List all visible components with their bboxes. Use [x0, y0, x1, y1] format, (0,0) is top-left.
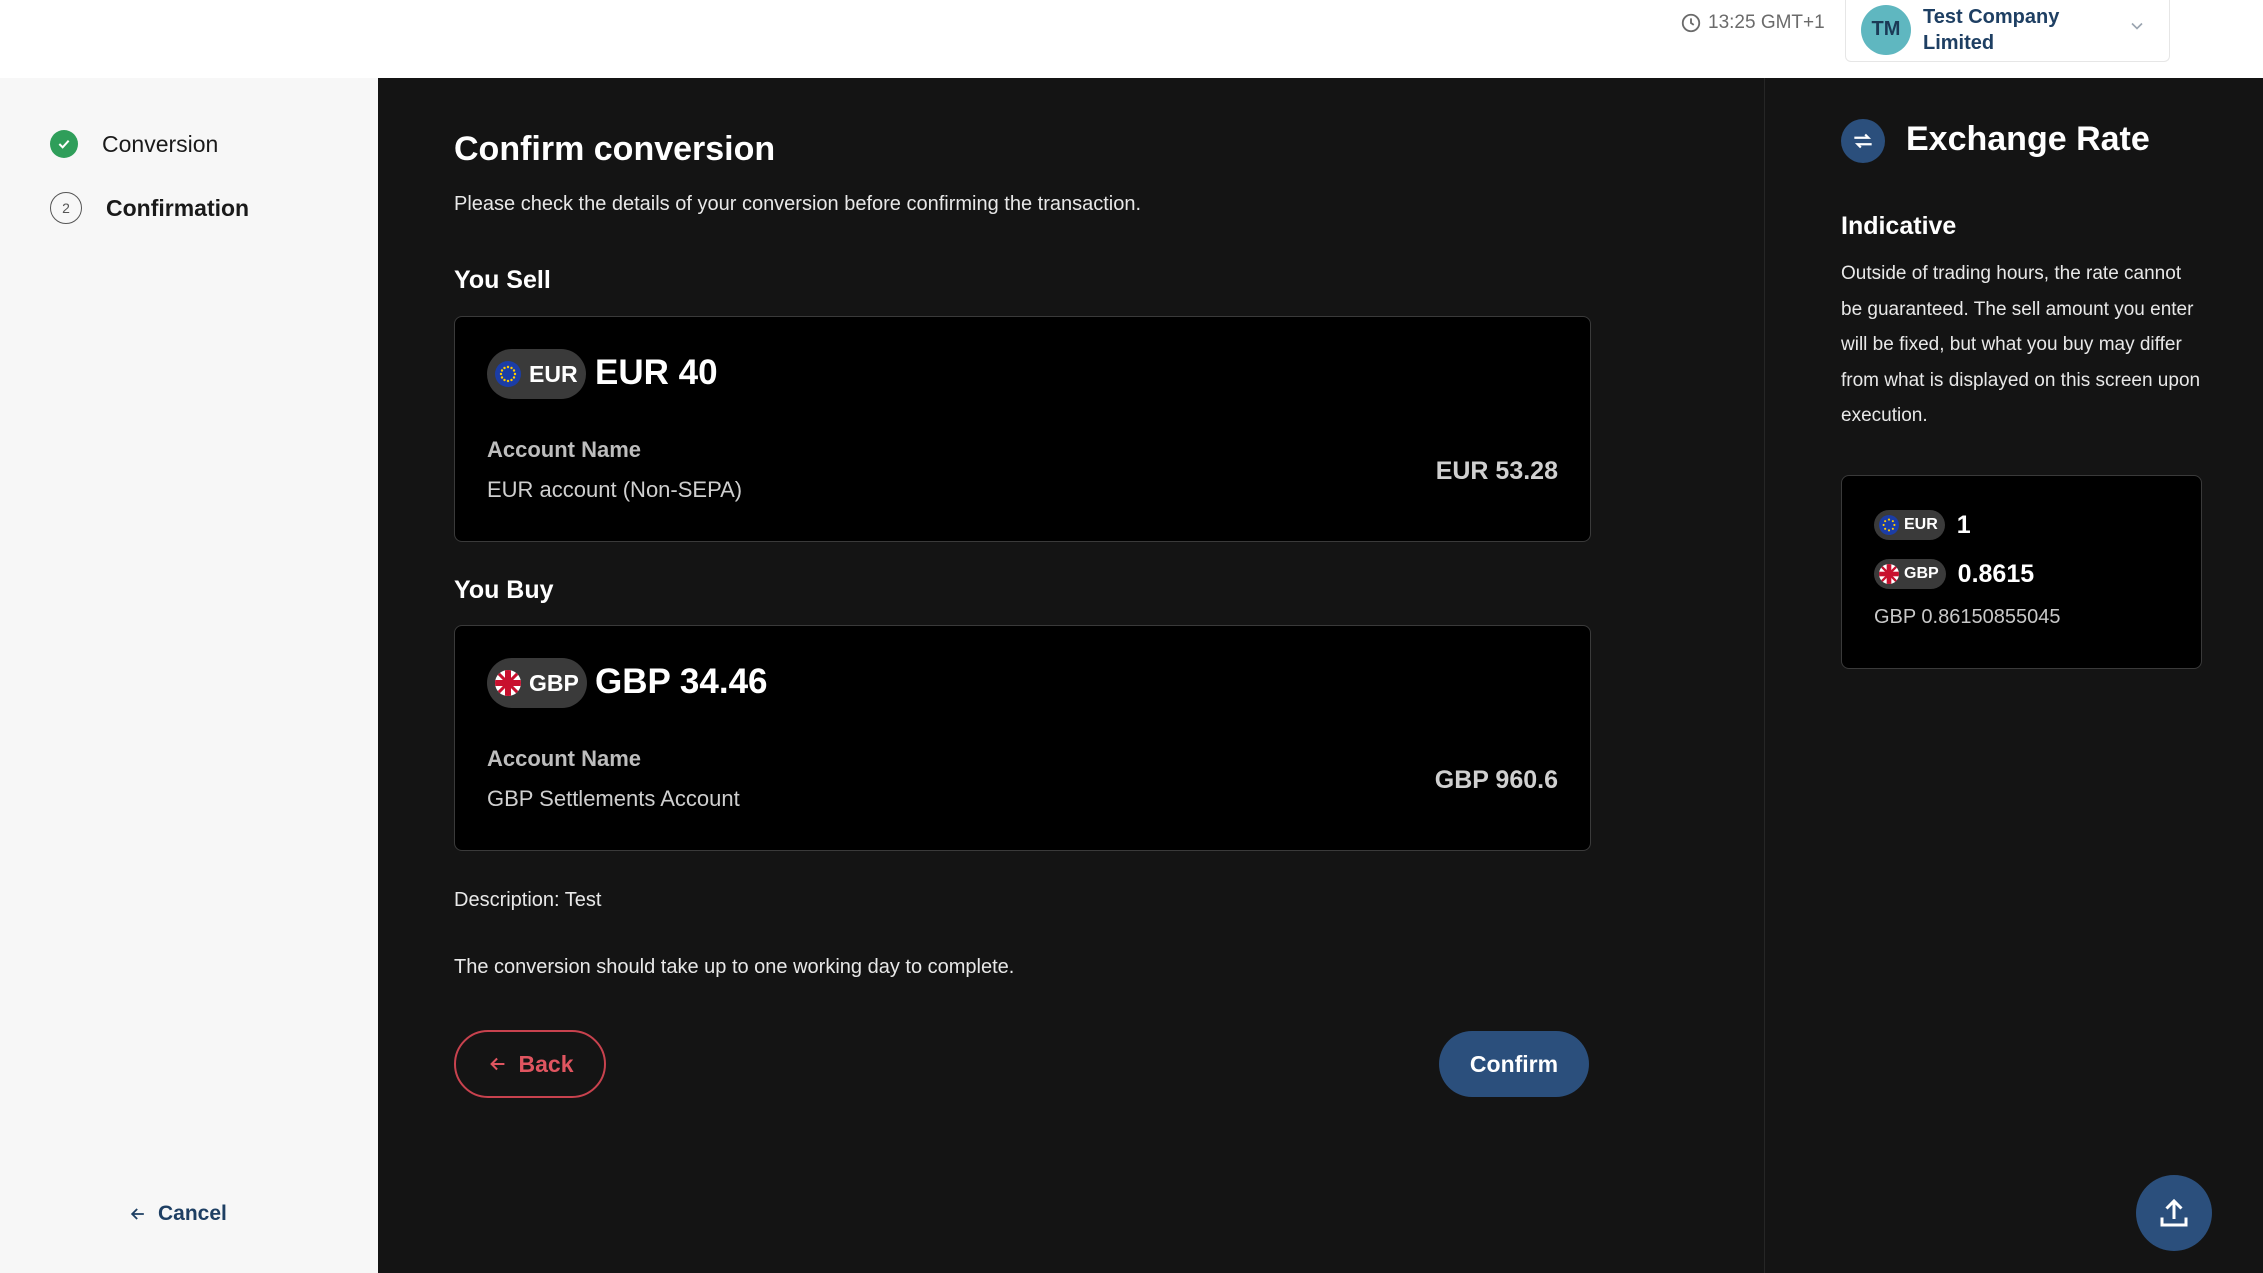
main-content: Confirm conversion Please check the deta… [378, 78, 1764, 1273]
currency-code: GBP [529, 669, 579, 696]
account-balance: GBP 960.6 [1434, 766, 1558, 794]
step-label: Conversion [102, 130, 219, 157]
from-value: 1 [1956, 510, 1971, 539]
rate-title: Exchange Rate [1906, 120, 2150, 158]
exchange-icon [1841, 119, 1885, 163]
rate-disclaimer: Outside of trading hours, the rate canno… [1841, 263, 2201, 426]
clock-icon [1681, 13, 1701, 33]
from-currency-chip: EUR [1874, 510, 1945, 540]
chevron-down-icon [2131, 22, 2143, 30]
currency-code: EUR [1904, 516, 1938, 533]
back-button[interactable]: Back [454, 1030, 606, 1098]
company-switcher[interactable]: TM Test Company Limited [1845, 0, 2170, 62]
account-name-value: GBP Settlements Account [487, 786, 740, 811]
avatar: TM [1861, 4, 1911, 55]
step-number: 2 [50, 192, 82, 224]
to-currency-chip: GBP [1874, 559, 1946, 589]
buy-section-title: You Buy [454, 576, 554, 604]
top-bar: 13:25 GMT+1 TM Test Company Limited [0, 0, 2263, 78]
page-title: Confirm conversion [454, 130, 776, 168]
arrow-left-icon [130, 1208, 144, 1220]
rate-from-row: EUR 1 [1874, 510, 1971, 540]
cancel-button[interactable]: Cancel [128, 1202, 227, 1226]
step-conversion: Conversion [50, 130, 218, 158]
account-balance: EUR 53.28 [1435, 457, 1558, 485]
time-label: 13:25 GMT+1 [1708, 12, 1825, 33]
page-subtitle: Please check the details of your convers… [454, 193, 1142, 215]
step-label: Confirmation [106, 194, 250, 221]
account-name-value: EUR account (Non-SEPA) [487, 477, 743, 502]
rate-to-row: GBP 0.8615 [1874, 559, 2034, 589]
sidebar: Conversion 2 Confirmation Cancel [0, 78, 378, 1273]
company-name: Test Company Limited [1923, 5, 2060, 54]
eu-flag-icon [1879, 515, 1899, 535]
to-value: 0.8615 [1957, 559, 2035, 588]
back-label: Back [518, 1050, 574, 1077]
exact-rate: GBP 0.86150855045 [1874, 606, 2061, 628]
processing-note: The conversion should take up to one wor… [454, 956, 1015, 978]
uk-flag-icon [495, 670, 521, 696]
sell-section-title: You Sell [454, 266, 551, 294]
description-text: Description: Test [454, 889, 602, 911]
account-name-label: Account Name [487, 437, 642, 462]
upload-button[interactable] [2136, 1175, 2212, 1251]
sell-amount: EUR 40 [595, 353, 718, 392]
check-icon [50, 130, 78, 158]
clock: 13:25 GMT+1 [1680, 10, 1825, 36]
sell-card: EUR EUR 40 Account Name EUR account (Non… [454, 316, 1591, 542]
buy-currency-chip: GBP [487, 658, 587, 708]
cancel-label: Cancel [158, 1202, 227, 1225]
buy-card: GBP GBP 34.46 Account Name GBP Settlemen… [454, 625, 1591, 851]
exchange-rate-panel: Exchange Rate Indicative Outside of trad… [1764, 78, 2263, 1273]
confirm-button[interactable]: Confirm [1439, 1031, 1589, 1097]
currency-code: GBP [1904, 565, 1939, 582]
buy-amount: GBP 34.46 [595, 662, 768, 701]
rate-type: Indicative [1841, 212, 1957, 240]
sell-currency-chip: EUR [487, 349, 586, 399]
account-name-label: Account Name [487, 746, 642, 771]
arrow-left-icon [489, 1057, 504, 1071]
step-confirmation: 2 Confirmation [50, 192, 249, 224]
uk-flag-icon [1879, 564, 1899, 584]
rate-card: EUR 1 GBP 0.8615 GBP 0.86150855045 [1841, 475, 2202, 669]
currency-code: EUR [529, 360, 578, 387]
upload-icon [2160, 1198, 2188, 1227]
eu-flag-icon [495, 361, 521, 387]
